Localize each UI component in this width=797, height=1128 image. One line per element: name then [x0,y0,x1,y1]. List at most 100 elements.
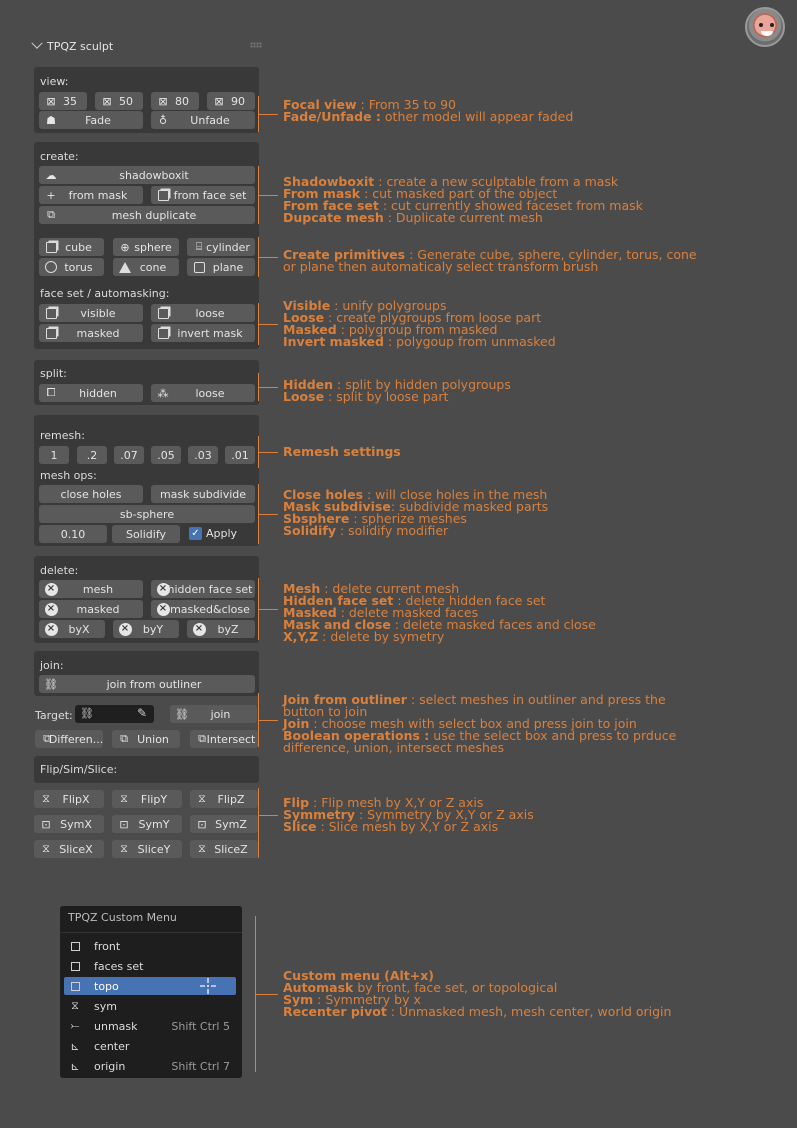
avatar-mouth [761,31,773,36]
masked-button[interactable]: masked [39,324,143,342]
cylinder-button[interactable]: ⌸ cylinder [187,238,255,256]
camera-icon: ⊠ [102,94,112,108]
solidify-value-field[interactable]: 0.10 [39,525,107,543]
menu-item-topo[interactable]: topo [64,977,236,995]
sphere-button[interactable]: ⊕ sphere [113,238,179,256]
loose-button[interactable]: loose [151,304,255,322]
flipy-button[interactable]: ⧖ FlipY [112,790,182,808]
menu-item-sym[interactable]: ⧖ sym [64,997,236,1015]
slicez-button[interactable]: ⧖ SliceZ [190,840,258,858]
remesh-0.01-button[interactable]: .01 [225,446,255,464]
avatar-eye [770,23,774,27]
remesh-0.03-button[interactable]: .03 [188,446,218,464]
flip-sim-slice-label: Flip/Sim/Slice: [40,763,118,776]
symy-button[interactable]: ⊡ SymY [112,815,182,833]
flipz-button[interactable]: ⧖ FlipZ [190,790,258,808]
connector [258,720,278,721]
join-button[interactable]: ⛓ join [170,705,257,723]
boolean-union-button[interactable]: ⧉ Union [112,730,180,748]
symmetry-icon: ⧖ [71,999,79,1012]
view-label: view: [40,75,69,88]
delete-masked-close-button[interactable]: × masked&close [151,600,255,618]
focal-50-button[interactable]: ⊠ 50 [95,92,143,110]
sphere-icon: ⊕ [120,240,130,254]
apply-checkbox[interactable]: ✓ Apply [189,527,237,540]
plus-icon: + [46,188,56,202]
join-from-outliner-button[interactable]: ⛓ join from outliner [39,675,255,693]
slice-icon: ⧖ [120,842,128,855]
remesh-label: remesh: [40,429,85,442]
split-hidden-button[interactable]: ⧠ hidden [39,384,143,402]
connector [258,195,278,196]
link-icon: ⛓ [44,677,58,691]
plane-button[interactable]: plane [187,258,255,276]
delete-masked-button[interactable]: × masked [39,600,143,618]
delete-byy-button[interactable]: × byY [113,620,179,638]
symz-button[interactable]: ⊡ SymZ [190,815,258,833]
invert-mask-button[interactable]: invert mask [151,324,255,342]
annotation-create: Shadowboxit : create a new sculptable fr… [283,174,643,225]
cube-icon [44,240,58,254]
flipx-button[interactable]: ⧖ FlipX [34,790,104,808]
split-loose-button[interactable]: ⁂ loose [151,384,255,402]
join-panel: join: ⛓ join from outliner [34,651,259,696]
target-object-field[interactable]: ⛓ ✎ [75,705,154,723]
flip-icon: ⧖ [198,792,206,805]
delete-mesh-button[interactable]: × mesh [39,580,143,598]
sb-sphere-button[interactable]: sb-sphere [39,505,255,523]
menu-item-front[interactable]: front [64,937,236,955]
from-mask-button[interactable]: + from mask [39,186,143,204]
from-face-set-button[interactable]: from face set [151,186,255,204]
menu-item-center[interactable]: ⊾ center [64,1037,236,1055]
remesh-0.05-button[interactable]: .05 [151,446,181,464]
unfade-button[interactable]: ♁ Unfade [151,111,255,129]
cloud-icon: ☁ [45,168,57,182]
focal-80-button[interactable]: ⊠ 80 [151,92,199,110]
symmetry-icon: ⊡ [197,817,207,831]
focal-90-button[interactable]: ⊠ 90 [207,92,255,110]
menu-item-origin[interactable]: ⊾ origin Shift Ctrl 7 [64,1057,236,1075]
close-holes-button[interactable]: close holes [39,485,143,503]
mask-subdivide-button[interactable]: mask subdivide [151,485,255,503]
avatar-eye [759,23,763,27]
boolean-intersect-button[interactable]: ⧉ Intersect [190,730,258,748]
remesh-1-button[interactable]: 1 [39,446,69,464]
boolean-icon: ⧉ [120,732,128,745]
fade-button[interactable]: ☗ Fade [39,111,143,129]
camera-icon: ⊠ [158,94,168,108]
annotation-remesh: Remesh settings [283,444,401,459]
axis-icon: ⊾ [70,1039,80,1053]
mesh-duplicate-button[interactable]: ⧉ mesh duplicate [39,206,255,224]
menu-item-unmask[interactable]: ⤚ unmask Shift Ctrl 5 [64,1017,236,1035]
solidify-button[interactable]: Solidify [112,525,180,543]
panel-header[interactable]: TPQZ sculpt [31,37,113,54]
eyedropper-icon[interactable]: ✎ [137,706,147,720]
remesh-0.2-button[interactable]: .2 [77,446,107,464]
delete-hidden-face-set-button[interactable]: × hidden face set [151,580,255,598]
connector [258,609,278,610]
delete-byz-button[interactable]: × byZ [187,620,255,638]
slicey-button[interactable]: ⧖ SliceY [112,840,182,858]
link-icon: ⛓ [80,707,94,720]
checkbox-icon [70,981,80,991]
remesh-0.07-button[interactable]: .07 [114,446,144,464]
avatar[interactable] [745,7,785,47]
cone-button[interactable]: cone [113,258,179,276]
visible-button[interactable]: visible [39,304,143,322]
cube-icon [156,306,170,320]
shadowboxit-button[interactable]: ☁ shadowboxit [39,166,255,184]
annotation-custom-menu: Custom menu (Alt+x) Automask by front, f… [283,968,672,1019]
duplicate-icon: ⧉ [47,208,55,221]
menu-item-faces-set[interactable]: faces set [64,957,236,975]
cylinder-icon: ⌸ [195,240,203,253]
symx-button[interactable]: ⊡ SymX [34,815,104,833]
boolean-difference-button[interactable]: ⧉ Differen... [35,730,103,748]
checkbox-icon [70,941,80,951]
annotation-join: Join from outliner : select meshes in ou… [283,692,677,755]
slicex-button[interactable]: ⧖ SliceX [34,840,104,858]
drag-grip-icon[interactable] [250,42,262,48]
torus-button[interactable]: torus [39,258,104,276]
delete-byx-button[interactable]: × byX [39,620,105,638]
focal-35-button[interactable]: ⊠ 35 [39,92,87,110]
cube-button[interactable]: cube [39,238,104,256]
